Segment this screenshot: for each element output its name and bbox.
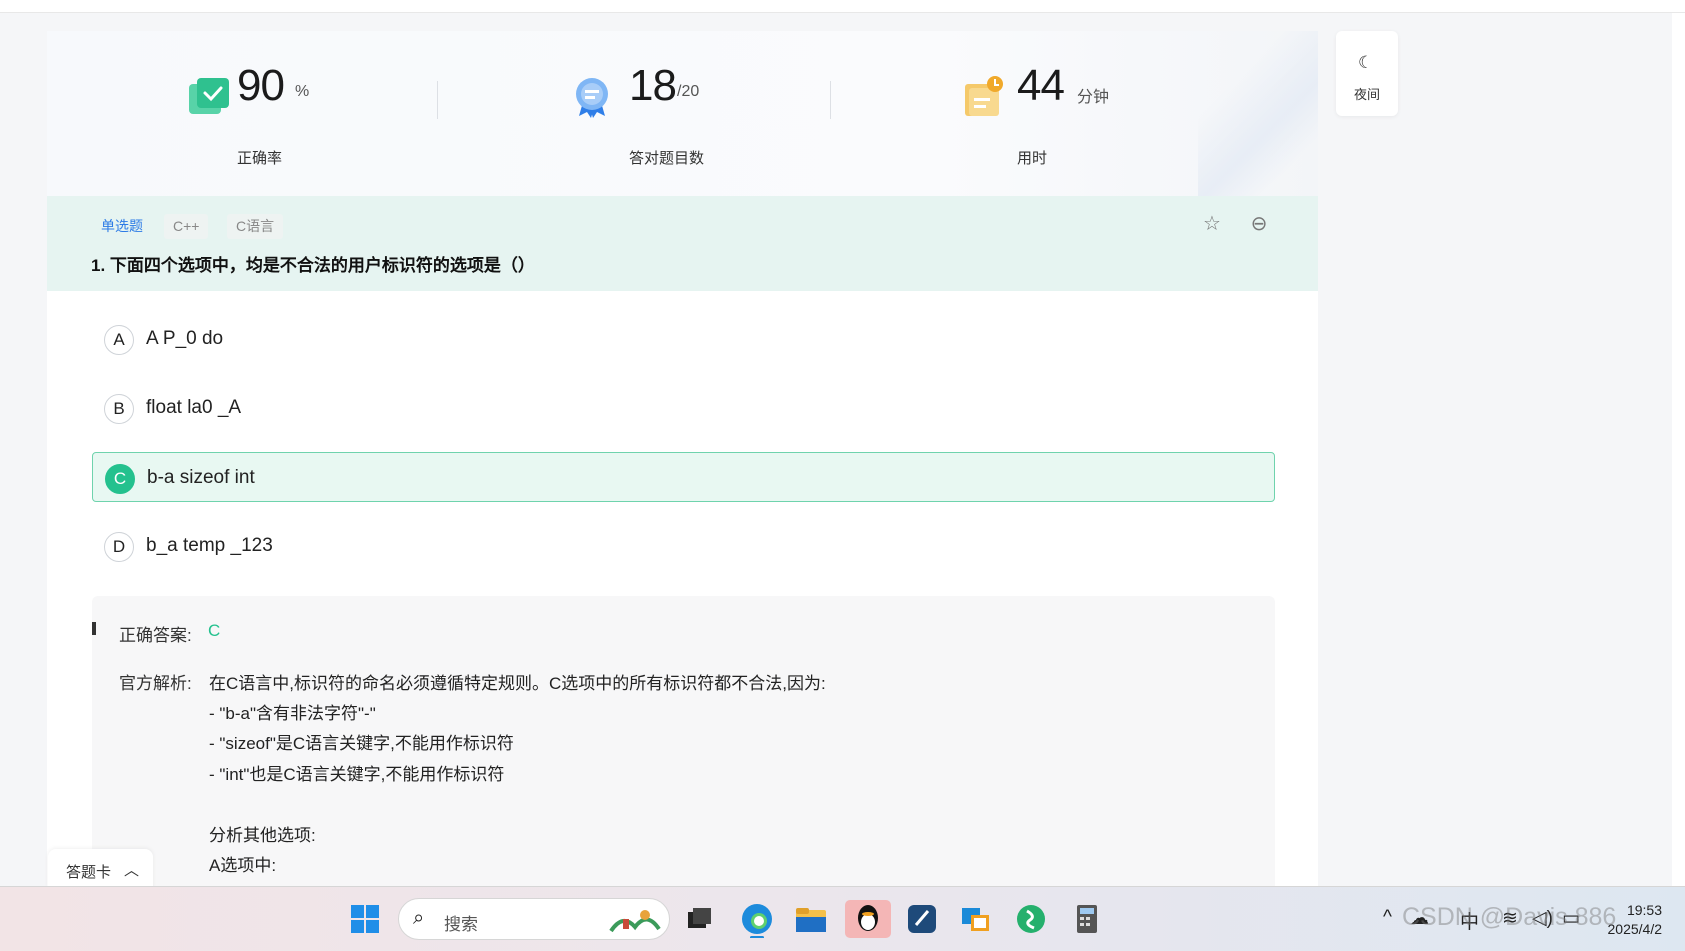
system-clock[interactable]: 19:53 2025/4/2 <box>1600 901 1663 939</box>
option-letter: D <box>104 532 134 562</box>
search-highlight-icon <box>609 910 661 933</box>
remote-desktop-icon[interactable] <box>957 900 995 938</box>
csdn-watermark: CSDN @Davis 886 <box>1402 903 1617 931</box>
page-scrollbar[interactable] <box>1672 13 1685 886</box>
divider <box>437 81 438 119</box>
correct-count-stat: 18 /20 答对题目数 <box>629 61 769 171</box>
clock-note-icon <box>965 76 1003 116</box>
qq-app-icon[interactable] <box>845 900 891 938</box>
favorite-star-icon[interactable]: ☆ <box>1201 213 1223 235</box>
option-a[interactable]: A A P_0 do <box>92 314 1275 364</box>
question-title: 1. 下面四个选项中，均是不合法的用户标识符的选项是（） <box>91 256 535 275</box>
windows-taskbar: ⌕ 搜索 ^ ☁ 中 ≋ ◁) ▭ CSDN @Davis 886 19:53 <box>0 886 1685 951</box>
award-medal-icon <box>576 78 608 118</box>
clock-date: 2025/4/2 <box>1607 921 1663 937</box>
explanation-line: - "sizeof"是C语言关键字,不能用作标识符 <box>209 734 514 753</box>
option-d[interactable]: D b_a temp _123 <box>92 521 1275 571</box>
edge-browser-icon[interactable] <box>738 900 776 938</box>
moon-icon: ☾ <box>1358 53 1374 72</box>
correct-answer-label: 正确答案: <box>119 626 192 645</box>
answer-card-button[interactable]: 答题卡 ︿ <box>48 849 153 889</box>
time-label: 用时 <box>1017 150 1048 167</box>
windows-start-icon[interactable] <box>346 900 384 938</box>
calculator-icon[interactable] <box>1068 900 1106 938</box>
option-text: float la0 _A <box>146 397 242 418</box>
task-view-icon[interactable] <box>680 900 718 938</box>
accuracy-stat: 90 % 正确率 <box>237 61 357 171</box>
green-app-icon[interactable] <box>1012 900 1050 938</box>
option-c-selected[interactable]: C b-a sizeof int <box>92 452 1275 502</box>
clock-time: 19:53 <box>1626 902 1662 918</box>
accuracy-check-icon <box>189 78 229 114</box>
stats-panel: 90 % 正确率 18 /20 答对题目数 44 分钟 用时 <box>47 31 1318 196</box>
taskbar-search[interactable]: ⌕ 搜索 <box>398 898 670 940</box>
section-marker <box>92 622 96 635</box>
explanation-line: - "b-a"含有非法字符"-" <box>209 704 376 723</box>
option-letter: C <box>105 464 135 494</box>
tag-cpp: C++ <box>164 214 209 239</box>
option-text: b-a sizeof int <box>147 467 255 488</box>
time-unit: 分钟 <box>1077 89 1110 106</box>
option-text: A P_0 do <box>146 328 224 349</box>
quiz-result-card: 90 % 正确率 18 /20 答对题目数 44 分钟 用时 单选题 C++ C… <box>47 31 1318 886</box>
explanation-line: - "int"也是C语言关键字,不能用作标识符 <box>209 765 505 784</box>
question-header: 单选题 C++ C语言 1. 下面四个选项中，均是不合法的用户标识符的选项是（）… <box>47 196 1318 291</box>
option-text: b_a temp _123 <box>146 535 273 556</box>
option-letter: A <box>104 325 134 355</box>
option-b[interactable]: B float la0 _A <box>92 383 1275 433</box>
accuracy-unit: % <box>295 83 310 100</box>
option-letter: B <box>104 394 134 424</box>
tag-c-language: C语言 <box>227 214 284 239</box>
explanation-line: 在C语言中,标识符的命名必须遵循特定规则。C选项中的所有标识符都不合法,因为: <box>209 674 826 693</box>
explanation-line: A选项中: <box>209 856 277 875</box>
night-mode-button[interactable]: ☾ 夜间 <box>1336 31 1398 116</box>
browser-top-edge <box>0 0 1685 13</box>
accuracy-label: 正确率 <box>237 150 283 167</box>
explanation-label: 官方解析: <box>119 674 192 693</box>
explanation-line: 分析其他选项: <box>209 826 316 845</box>
time-stat: 44 分钟 用时 <box>1017 61 1137 171</box>
correct-answer-value: C <box>208 621 221 640</box>
analysis-panel: 正确答案: C 官方解析: 在C语言中,标识符的命名必须遵循特定规则。C选项中的… <box>92 596 1275 886</box>
decorative-pattern <box>1198 31 1318 196</box>
remove-circle-icon[interactable]: ⊖ <box>1248 213 1270 235</box>
search-placeholder: 搜索 <box>444 915 478 934</box>
accuracy-value: 90 <box>237 61 285 110</box>
night-mode-label: 夜间 <box>1353 87 1380 102</box>
divider <box>830 81 831 119</box>
answer-card-label: 答题卡 <box>66 864 112 881</box>
correct-total: /20 <box>677 83 700 100</box>
search-icon: ⌕ <box>413 907 425 929</box>
editor-app-icon[interactable] <box>903 900 941 938</box>
correct-count-label: 答对题目数 <box>629 150 705 167</box>
time-value: 44 <box>1017 61 1065 110</box>
tray-overflow-chevron-icon[interactable]: ^ <box>1383 907 1392 929</box>
chevron-up-icon: ︿ <box>124 862 140 879</box>
correct-count-value: 18 <box>629 61 677 110</box>
file-explorer-icon[interactable] <box>792 900 830 938</box>
tag-single-choice: 单选题 <box>101 218 143 234</box>
